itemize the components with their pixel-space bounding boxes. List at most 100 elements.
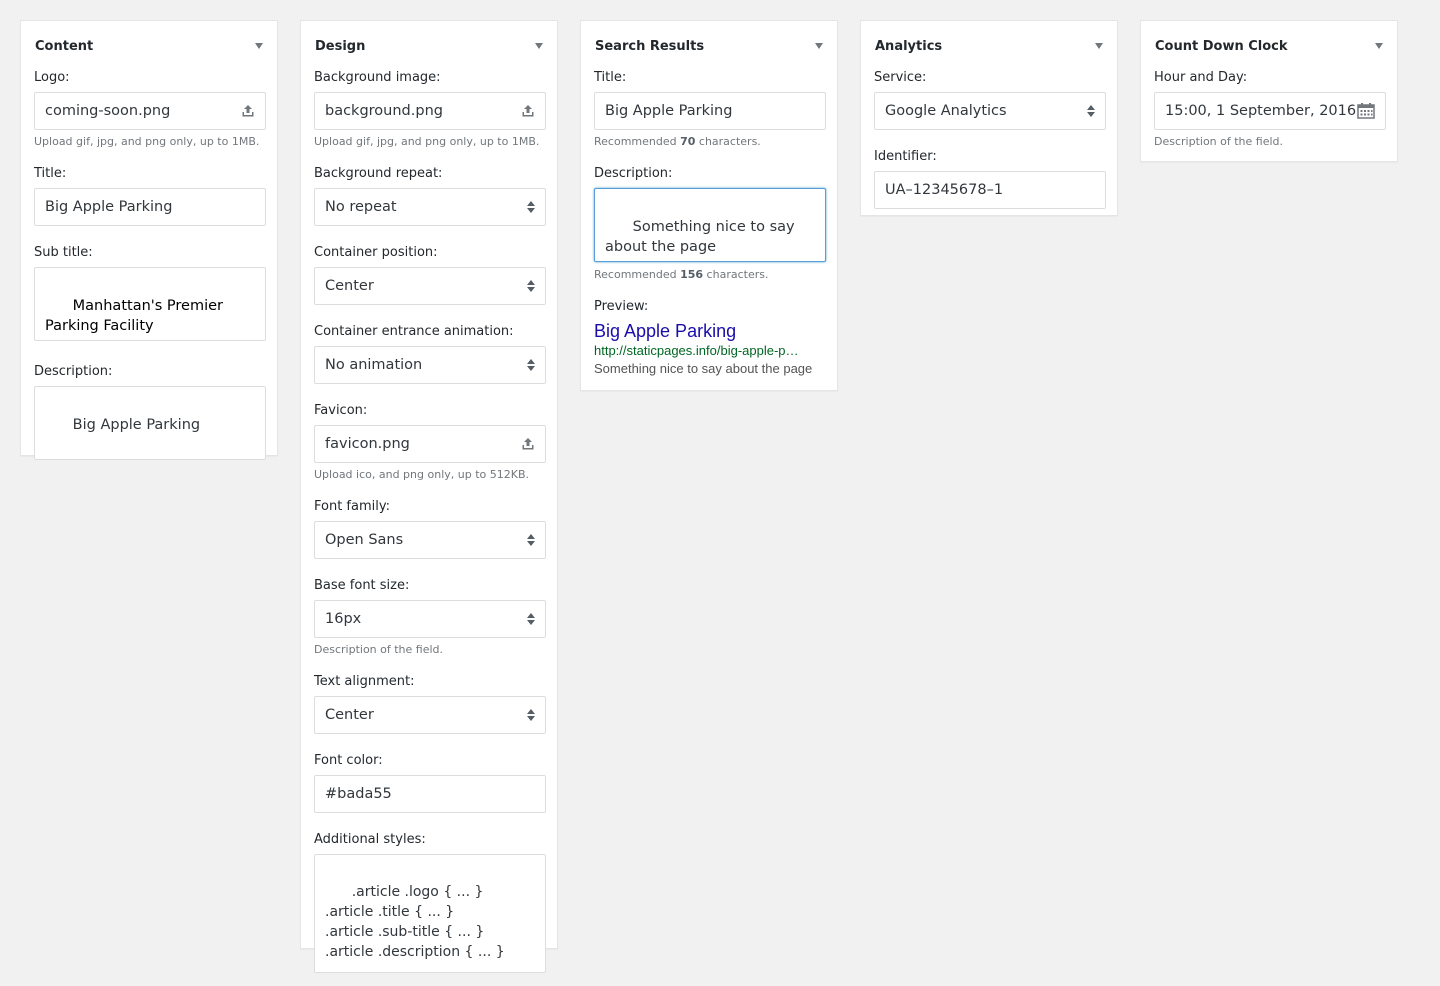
logo-file-name: coming-soon.png [45,103,171,119]
select-arrows-icon [527,279,535,293]
service-label: Service: [874,70,927,85]
hour-day-label: Hour and Day: [1154,70,1248,85]
help-prefix: Recommended [594,268,681,281]
hour-day-help-text: Description of the field. [1154,135,1284,148]
hour-day-value: 15:00, 1 September, 2016. [1165,103,1357,119]
base-font-size-select[interactable]: 16px [314,600,546,638]
select-arrows-icon [527,358,535,372]
favicon-upload-field[interactable]: favicon.png [314,425,546,463]
identifier-value: UA–12345678–1 [885,182,1004,198]
background-image-label: Background image: [314,70,441,85]
additional-styles-textarea[interactable]: .article .logo { ... } .article .title {… [314,854,546,973]
design-panel-title: Design [315,38,366,54]
service-select[interactable]: Google Analytics [874,92,1106,130]
help-count: 156 [680,268,704,281]
logo-help-text: Upload gif, jpg, and png only, up to 1MB… [34,135,260,148]
container-animation-select[interactable]: No animation [314,346,546,384]
font-family-select[interactable]: Open Sans [314,521,546,559]
select-arrows-icon [527,612,535,626]
container-position-value: Center [325,278,374,294]
subtitle-label: Sub title: [34,245,93,260]
select-arrows-icon [1087,104,1095,118]
content-panel-title: Content [35,38,94,54]
identifier-input[interactable]: UA–12345678–1 [874,171,1106,209]
background-repeat-value: No repeat [325,199,397,215]
analytics-panel-header[interactable]: Analytics [861,21,1117,69]
container-position-select[interactable]: Center [314,267,546,305]
collapse-toggle-icon[interactable] [255,43,263,49]
search-results-panel-title: Search Results [595,38,705,54]
subtitle-textarea[interactable]: Manhattan's Premier Parking Facility [34,267,266,341]
upload-icon[interactable] [521,104,535,118]
font-family-value: Open Sans [325,532,404,548]
favicon-file-name: favicon.png [325,436,410,452]
preview-description: Something nice to say about the page [594,361,813,376]
identifier-label: Identifier: [874,149,937,164]
container-position-label: Container position: [314,245,438,260]
seo-description-textarea[interactable]: Something nice to say about the page [594,188,826,262]
help-prefix: Recommended [594,135,681,148]
text-alignment-label: Text alignment: [314,674,415,689]
font-color-input[interactable]: #bada55 [314,775,546,813]
search-results-panel-header[interactable]: Search Results [581,21,837,69]
container-animation-value: No animation [325,357,423,373]
seo-title-input[interactable]: Big Apple Parking [594,92,826,130]
description-value: Big Apple Parking [72,417,201,433]
select-arrows-icon [527,200,535,214]
search-results-panel: Search Results Title: Big Apple Parking … [580,20,838,391]
seo-title-help-text: Recommended 70 characters. [594,135,824,149]
select-arrows-icon [527,708,535,722]
collapse-toggle-icon[interactable] [1095,43,1103,49]
collapse-toggle-icon[interactable] [535,43,543,49]
calendar-icon[interactable] [1357,103,1375,119]
base-font-size-label: Base font size: [314,578,410,593]
logo-upload-field[interactable]: coming-soon.png [34,92,266,130]
help-suffix: characters. [703,268,769,281]
container-animation-label: Container entrance animation: [314,324,514,339]
service-value: Google Analytics [885,103,1007,119]
seo-title-value: Big Apple Parking [605,103,733,119]
background-image-file-name: background.png [325,103,443,119]
design-panel: Design Background image: background.png … [300,20,558,973]
favicon-help-text: Upload ico, and png only, up to 512KB. [314,468,529,481]
analytics-panel: Analytics Service: Google Analytics Iden… [860,20,1118,216]
seo-description-value: Something nice to say about the page [605,219,800,255]
seo-title-label: Title: [594,70,627,85]
hour-day-date-picker[interactable]: 15:00, 1 September, 2016. [1154,92,1386,130]
title-label: Title: [34,166,67,181]
background-repeat-label: Background repeat: [314,166,443,181]
text-alignment-select[interactable]: Center [314,696,546,734]
preview-title-link[interactable]: Big Apple Parking [594,320,824,342]
collapse-toggle-icon[interactable] [1375,43,1383,49]
font-color-value: #bada55 [325,786,392,802]
content-panel-header[interactable]: Content [21,21,277,69]
seo-description-label: Description: [594,166,673,181]
content-panel: Content Logo: coming-soon.png Upload gif… [20,20,278,460]
preview-label: Preview: [594,299,649,314]
base-font-size-value: 16px [325,611,362,627]
upload-icon[interactable] [521,437,535,451]
additional-styles-label: Additional styles: [314,832,426,847]
favicon-label: Favicon: [314,403,368,418]
help-suffix: characters. [695,135,761,148]
title-value: Big Apple Parking [45,199,173,215]
analytics-panel-title: Analytics [875,38,943,54]
background-repeat-select[interactable]: No repeat [314,188,546,226]
help-count: 70 [680,135,696,148]
upload-icon[interactable] [241,104,255,118]
design-panel-header[interactable]: Design [301,21,557,69]
font-color-label: Font color: [314,753,383,768]
background-image-upload-field[interactable]: background.png [314,92,546,130]
logo-label: Logo: [34,70,70,85]
countdown-panel-title: Count Down Clock [1155,38,1288,54]
font-family-label: Font family: [314,499,390,514]
countdown-panel-header[interactable]: Count Down Clock [1141,21,1397,69]
select-arrows-icon [527,533,535,547]
description-textarea[interactable]: Big Apple Parking [34,386,266,460]
subtitle-value: Manhattan's Premier Parking Facility [45,298,228,334]
collapse-toggle-icon[interactable] [815,43,823,49]
title-input[interactable]: Big Apple Parking [34,188,266,226]
description-label: Description: [34,364,113,379]
text-alignment-value: Center [325,707,374,723]
preview-url: http://staticpages.info/big-apple-p… [594,343,799,358]
